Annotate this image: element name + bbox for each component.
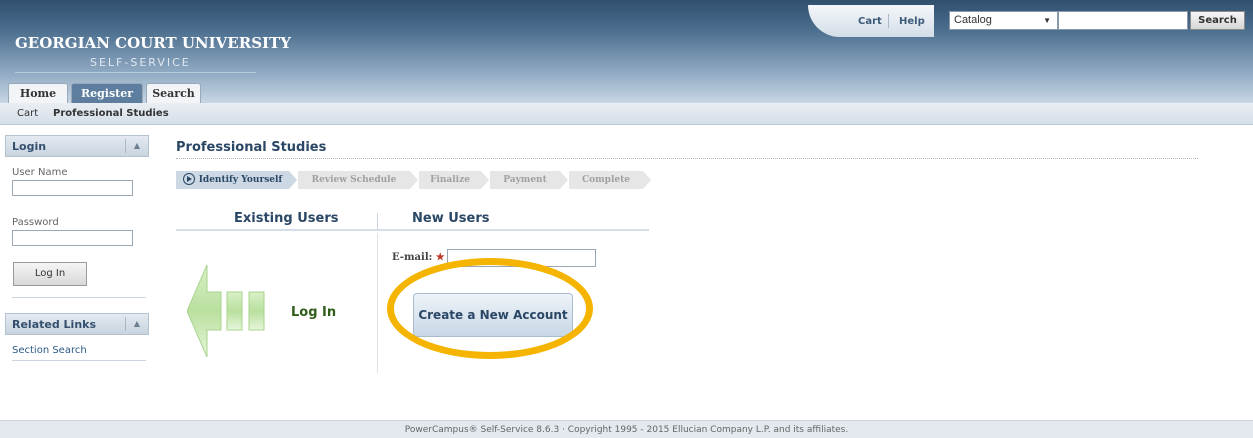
top-link-separator [888, 14, 889, 28]
step-label: Identify Yourself [198, 175, 283, 185]
tab-home[interactable]: Home [8, 83, 68, 103]
email-label: E-mail: ★ [392, 252, 445, 263]
subnav-cart[interactable]: Cart [17, 108, 38, 119]
cart-link[interactable]: Cart [858, 16, 882, 27]
catalog-select-value: Catalog [954, 14, 992, 26]
chevron-up-icon[interactable]: ▲ [134, 319, 140, 328]
login-panel-header[interactable]: Login ▲ [5, 135, 149, 157]
username-input[interactable] [12, 180, 133, 196]
dropdown-arrow-icon: ▼ [1043, 16, 1051, 25]
existing-users-heading: Existing Users [234, 211, 339, 226]
step-chevron [481, 171, 489, 189]
step-chevron [560, 171, 568, 189]
top-links: Cart Help [808, 5, 934, 37]
brand-subtitle: SELF-SERVICE [15, 56, 256, 73]
existing-user-login-link[interactable]: Log In [291, 305, 336, 320]
subnav-professional-studies[interactable]: Professional Studies [53, 108, 169, 119]
email-label-text: E-mail: [392, 252, 433, 263]
sub-navigation: Cart Professional Studies [0, 103, 1253, 125]
header: GEORGIAN COURT UNIVERSITY SELF-SERVICE C… [0, 0, 1253, 103]
login-button[interactable]: Log In [13, 262, 87, 286]
step-finalize: Finalize [419, 171, 481, 189]
highlight-circle-annotation [387, 258, 593, 359]
help-link[interactable]: Help [899, 16, 925, 27]
step-review-schedule: Review Schedule [298, 171, 410, 189]
heading-divider [377, 213, 378, 229]
step-chevron [643, 171, 651, 189]
main-content: Professional Studies Identify Yourself R… [153, 125, 1253, 420]
step-chevron [289, 171, 297, 189]
column-divider [377, 233, 378, 373]
sidebar: Login ▲ User Name Password Log In Relate… [0, 132, 153, 420]
sidebar-divider [12, 297, 146, 298]
step-identify-yourself: Identify Yourself [176, 171, 289, 189]
step-payment: Payment [490, 171, 560, 189]
search-button[interactable]: Search [1190, 11, 1245, 30]
step-complete: Complete [569, 171, 643, 189]
search-input[interactable] [1058, 11, 1188, 30]
related-links-panel-header[interactable]: Related Links ▲ [5, 313, 149, 335]
chevron-up-icon[interactable]: ▲ [134, 141, 140, 150]
title-divider [176, 158, 1198, 159]
panel-divider [125, 139, 126, 153]
play-circle-icon [182, 172, 195, 185]
sidebar-divider [12, 360, 146, 361]
required-star-icon: ★ [435, 252, 445, 263]
brand-title: GEORGIAN COURT UNIVERSITY [15, 34, 291, 52]
username-label: User Name [12, 167, 68, 178]
panel-divider [125, 317, 126, 331]
brand-logo[interactable]: GEORGIAN COURT UNIVERSITY SELF-SERVICE [15, 34, 291, 73]
tab-search[interactable]: Search [146, 83, 201, 103]
login-panel-title: Login [12, 140, 47, 153]
green-arrow-left-icon[interactable] [187, 265, 271, 357]
section-search-link[interactable]: Section Search [12, 345, 87, 356]
password-input[interactable] [12, 230, 133, 246]
catalog-select[interactable]: Catalog ▼ [949, 11, 1058, 30]
password-label: Password [12, 217, 59, 228]
related-links-title: Related Links [12, 318, 97, 331]
step-chevron [410, 171, 418, 189]
tab-register[interactable]: Register [71, 83, 143, 103]
page-title: Professional Studies [176, 140, 327, 155]
new-users-heading: New Users [412, 211, 490, 226]
footer: PowerCampus® Self-Service 8.6.3 · Copyri… [0, 420, 1253, 438]
user-type-header: Existing Users New Users [176, 211, 649, 231]
